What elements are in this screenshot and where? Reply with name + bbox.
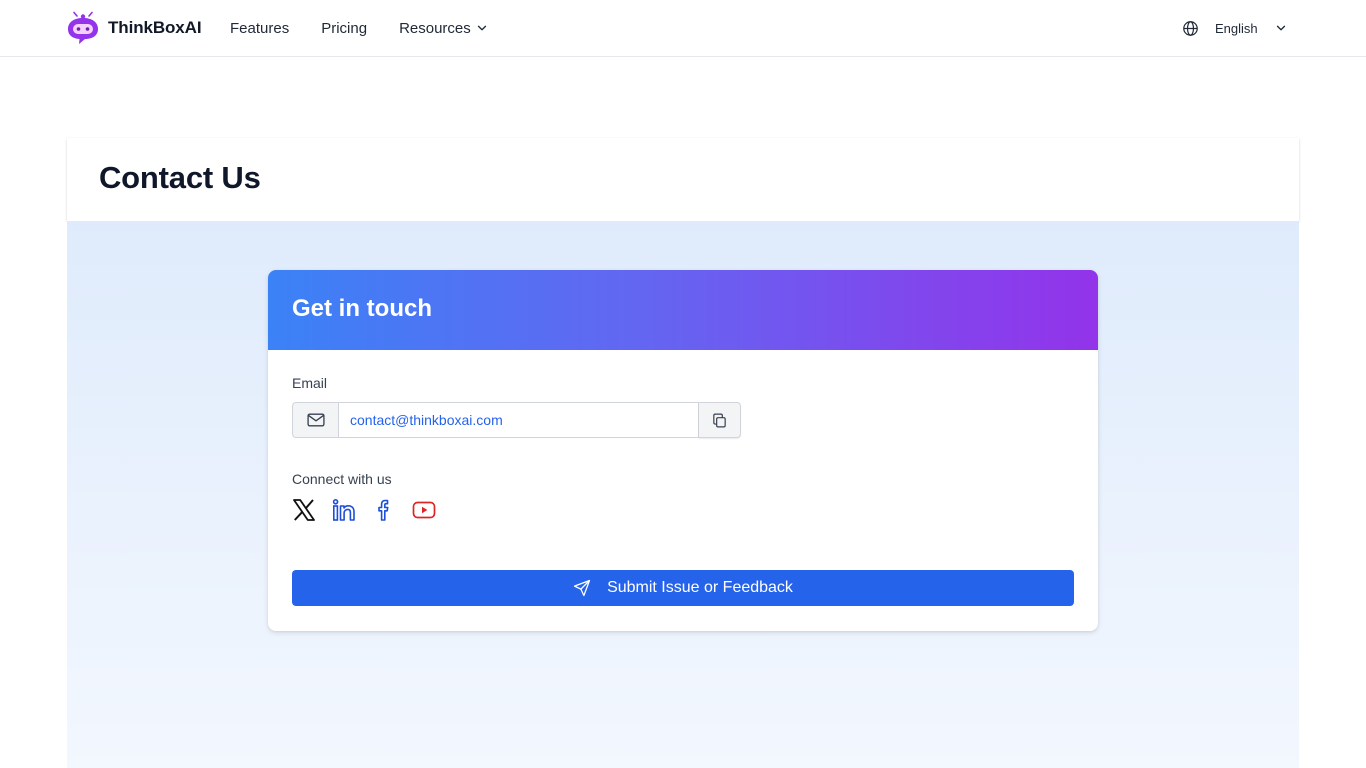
submit-feedback-button[interactable]: Submit Issue or Feedback — [292, 570, 1074, 606]
send-icon — [573, 579, 591, 597]
connect-label: Connect with us — [292, 471, 392, 487]
linkedin-icon — [332, 498, 355, 521]
brand-home-link[interactable]: ThinkBoxAI — [66, 11, 202, 45]
top-navbar: ThinkBoxAI Features Pricing Resources En… — [0, 0, 1366, 57]
mail-icon — [306, 413, 325, 427]
copy-email-button[interactable] — [699, 402, 741, 438]
email-label: Email — [292, 375, 328, 391]
email-field-group — [292, 402, 741, 438]
chevron-down-icon — [1276, 25, 1285, 31]
page-header: Contact Us — [67, 138, 1299, 221]
card-title: Get in touch — [292, 295, 432, 322]
facebook-link[interactable] — [372, 498, 396, 522]
robot-logo-icon — [68, 11, 98, 44]
chevron-down-icon — [477, 25, 486, 31]
linkedin-link[interactable] — [332, 498, 356, 522]
nav-dropdown-resources[interactable]: Resources — [399, 20, 489, 37]
youtube-icon — [412, 501, 436, 519]
email-field[interactable] — [338, 402, 699, 438]
nav-link-resources-label: Resources — [399, 19, 471, 37]
youtube-link[interactable] — [412, 498, 436, 522]
nav-link-features[interactable]: Features — [230, 20, 289, 37]
x-link[interactable] — [292, 498, 316, 522]
x-icon — [293, 499, 315, 521]
nav-link-pricing[interactable]: Pricing — [321, 20, 367, 37]
brand-name: ThinkBoxAI — [108, 18, 202, 37]
page-title: Contact Us — [99, 160, 261, 195]
primary-nav: Features Pricing Resources — [230, 0, 489, 56]
facebook-icon — [378, 499, 389, 521]
submit-button-label: Submit Issue or Feedback — [607, 579, 793, 596]
card-header: Get in touch — [268, 270, 1098, 350]
email-prefix — [292, 402, 338, 438]
social-links — [292, 498, 436, 522]
language-label: English — [1215, 20, 1258, 36]
language-selector[interactable]: English — [1182, 0, 1288, 56]
globe-icon — [1183, 20, 1198, 36]
contact-card: Get in touch Email Connect with us — [268, 270, 1098, 631]
copy-icon — [713, 413, 726, 427]
